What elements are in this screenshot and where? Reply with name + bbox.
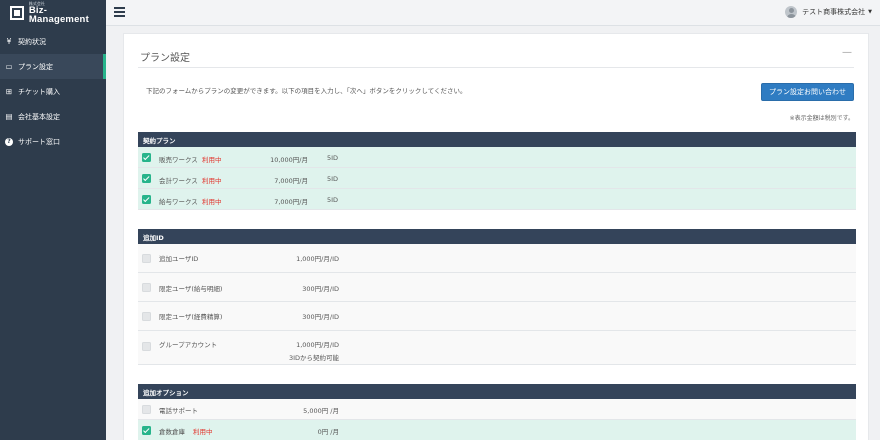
sidebar-item-label: プラン設定 <box>18 62 53 71</box>
page-title: プラン設定 <box>140 53 190 64</box>
sidebar-item-ticket-purchase[interactable]: ⊞ チケット購入 <box>0 79 106 104</box>
plan-name: 給与ワークス <box>159 198 198 206</box>
option-price: 300円/月/ID <box>302 285 339 293</box>
yen-icon: ¥ <box>6 37 12 46</box>
sidebar: 株式会社 Biz-Management ¥ 契約状況 ▭ プラン設定 ⊞ チケッ… <box>0 0 106 440</box>
plan-id-count: 5ID <box>327 154 339 162</box>
divider <box>138 67 854 68</box>
option-name: 電話サポート <box>159 407 198 415</box>
plan-row[interactable]: 販売ワークス 利用中 10,000円/月 5ID <box>138 147 856 168</box>
document-icon: ▤ <box>5 112 13 121</box>
plan-settings-panel: プラン設定 — 下記のフォームからプランの変更ができます。以下の項目を入力し、「… <box>123 33 869 440</box>
option-name: 倉数倉庫 <box>159 428 185 436</box>
checkbox[interactable] <box>142 174 151 183</box>
checkbox[interactable] <box>142 426 151 435</box>
checkbox[interactable] <box>142 342 151 351</box>
option-price: 1,000円/月/ID <box>296 255 339 263</box>
in-use-badge: 利用中 <box>202 156 222 164</box>
chevron-down-icon: ▼ <box>868 9 872 15</box>
additional-id-row[interactable]: 限定ユーザ(経費精算) 300円/月/ID <box>138 302 856 331</box>
checkbox[interactable] <box>142 312 151 321</box>
option-name: 追加ユーザID <box>159 255 199 263</box>
checkbox[interactable] <box>142 153 151 162</box>
option-price: 5,000円 /月 <box>303 407 339 415</box>
additional-id-row[interactable]: 追加ユーザID 1,000円/月/ID <box>138 244 856 273</box>
plan-inquiry-button[interactable]: プラン設定お問い合わせ <box>761 83 854 101</box>
checkbox[interactable] <box>142 195 151 204</box>
user-name: テスト商事株式会社 <box>802 8 866 16</box>
logo-text: 株式会社 Biz-Management <box>28 1 106 25</box>
option-name: グループアカウント <box>159 341 218 349</box>
in-use-badge: 利用中 <box>193 428 213 436</box>
sidebar-item-label: サポート窓口 <box>18 137 60 146</box>
question-circle-icon: ? <box>5 137 13 146</box>
plan-price: 10,000円/月 <box>270 156 308 164</box>
sidebar-item-support[interactable]: ? サポート窓口 <box>0 129 106 154</box>
option-price: 1,000円/月/ID <box>296 341 339 349</box>
contract-plan-section: 契約プラン 販売ワークス 利用中 10,000円/月 5ID 会計ワークス 利用… <box>138 132 856 210</box>
logo-mark-icon <box>10 6 24 20</box>
option-price: 300円/月/ID <box>302 313 339 321</box>
sidebar-item-contract-status[interactable]: ¥ 契約状況 <box>0 29 106 54</box>
additional-id-section: 追加ID 追加ユーザID 1,000円/月/ID 限定ユーザ(給与明細) 300… <box>138 229 856 365</box>
sidebar-item-label: 会社基本設定 <box>18 112 60 121</box>
hamburger-menu-icon[interactable] <box>114 7 125 17</box>
user-menu[interactable]: テスト商事株式会社 ▼ <box>785 6 872 18</box>
card-icon: ▭ <box>5 62 13 71</box>
tax-note: ※表示金額は税別です。 <box>789 115 854 122</box>
checkbox[interactable] <box>142 254 151 263</box>
option-name: 限定ユーザ(給与明細) <box>159 285 223 293</box>
sidebar-item-plan-settings[interactable]: ▭ プラン設定 <box>0 54 106 79</box>
additional-id-row[interactable]: 限定ユーザ(給与明細) 300円/月/ID <box>138 273 856 302</box>
sidebar-nav: ¥ 契約状況 ▭ プラン設定 ⊞ チケット購入 ▤ 会社基本設定 ? サポート窓… <box>0 29 106 154</box>
sidebar-item-label: 契約状況 <box>18 37 46 46</box>
section-heading: 追加オプション <box>138 384 856 399</box>
plan-row[interactable]: 給与ワークス 利用中 7,000円/月 5ID <box>138 189 856 210</box>
plan-id-count: 5ID <box>327 175 339 183</box>
plan-id-count: 5ID <box>327 196 339 204</box>
additional-id-row[interactable]: グループアカウント 1,000円/月/ID 3IDから契約可能 <box>138 331 856 365</box>
sidebar-item-company-settings[interactable]: ▤ 会社基本設定 <box>0 104 106 129</box>
section-heading: 契約プラン <box>138 132 856 147</box>
user-avatar-icon <box>785 6 798 18</box>
checkbox[interactable] <box>142 283 151 292</box>
in-use-badge: 利用中 <box>202 177 222 185</box>
logo[interactable]: 株式会社 Biz-Management <box>0 0 106 26</box>
in-use-badge: 利用中 <box>202 198 222 206</box>
plan-row[interactable]: 会計ワークス 利用中 7,000円/月 5ID <box>138 168 856 189</box>
sidebar-item-label: チケット購入 <box>18 87 60 96</box>
option-name: 限定ユーザ(経費精算) <box>159 313 223 321</box>
option-row[interactable]: 倉数倉庫 利用中 0円 /月 <box>138 420 856 440</box>
plan-name: 会計ワークス <box>159 177 198 185</box>
top-bar: テスト商事株式会社 ▼ <box>106 0 880 26</box>
option-price: 0円 /月 <box>317 428 339 436</box>
section-heading: 追加ID <box>138 229 856 244</box>
logo-title: Biz-Management <box>28 4 89 25</box>
collapse-icon[interactable]: — <box>842 47 852 58</box>
option-row[interactable]: 電話サポート 5,000円 /月 <box>138 399 856 420</box>
plan-name: 販売ワークス <box>159 156 198 164</box>
instruction-text: 下記のフォームからプランの変更ができます。以下の項目を入力し、「次へ」ボタンをク… <box>146 87 467 95</box>
plan-price: 7,000円/月 <box>274 177 308 185</box>
checkbox[interactable] <box>142 405 151 414</box>
additional-options-section: 追加オプション 電話サポート 5,000円 /月 倉数倉庫 利用中 0円 /月 <box>138 384 856 440</box>
plus-square-icon: ⊞ <box>5 87 13 96</box>
option-note: 3IDから契約可能 <box>288 354 339 362</box>
plan-price: 7,000円/月 <box>274 198 308 206</box>
